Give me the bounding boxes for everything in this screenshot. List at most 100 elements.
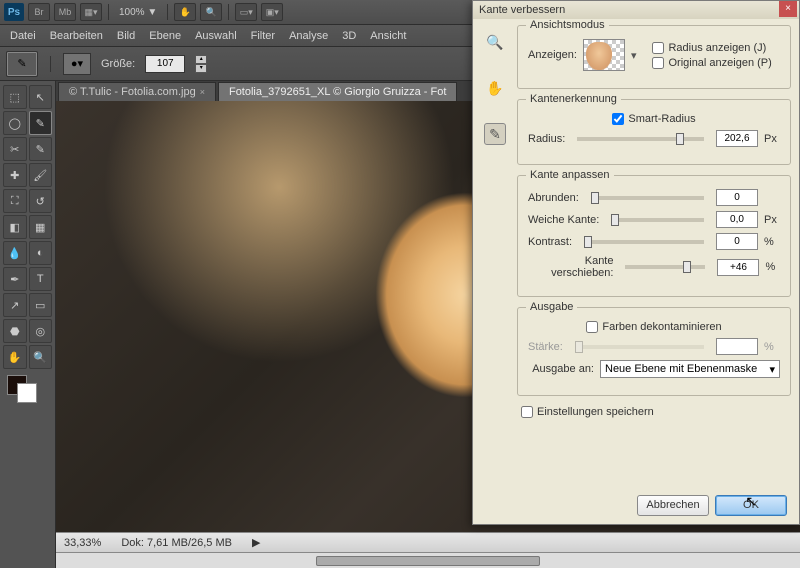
smooth-label: Abrunden:	[528, 192, 579, 204]
menu-filter[interactable]: Filter	[251, 30, 275, 42]
output-group: Ausgabe Farben dekontaminieren Stärke: %…	[517, 307, 791, 396]
document-tab[interactable]: © T.Tulic - Fotolia.com.jpg ×	[58, 82, 216, 101]
color-swatches[interactable]	[3, 375, 52, 407]
minibridge-button[interactable]: Mb	[54, 3, 76, 21]
size-label: Größe:	[101, 58, 135, 70]
separator	[50, 56, 51, 72]
close-button[interactable]: ×	[779, 1, 797, 17]
tab-label: Fotolia_3792651_XL © Giorgio Gruizza - F…	[229, 86, 446, 98]
menu-ebene[interactable]: Ebene	[149, 30, 181, 42]
separator	[167, 4, 168, 20]
group-legend: Kante anpassen	[526, 169, 614, 181]
chevron-right-icon[interactable]: ▶	[252, 536, 260, 549]
shift-input[interactable]	[717, 259, 759, 276]
path-tool[interactable]: ↗	[3, 293, 27, 317]
zoom-tool-icon[interactable]: 🔍	[484, 31, 506, 53]
amount-input	[716, 338, 758, 355]
magic-wand-tool[interactable]: ✎	[29, 111, 53, 135]
brush-adjust-icon: ✎	[17, 57, 26, 70]
shift-slider[interactable]	[625, 265, 705, 269]
smooth-slider[interactable]	[591, 196, 704, 200]
unit-label: %	[764, 236, 780, 248]
3d-tool[interactable]: ⬣	[3, 319, 27, 343]
eyedropper-tool[interactable]: ✎	[29, 137, 53, 161]
move-tool[interactable]: ↖	[29, 85, 53, 109]
size-stepper[interactable]: ▴▾	[195, 55, 207, 73]
radius-slider[interactable]	[577, 137, 704, 141]
document-tab[interactable]: Fotolia_3792651_XL © Giorgio Gruizza - F…	[218, 82, 457, 101]
lasso-tool[interactable]: ◯	[3, 111, 27, 135]
chevron-down-icon[interactable]: ▾	[631, 49, 637, 62]
3d-camera-tool[interactable]: ◎	[29, 319, 53, 343]
size-input[interactable]	[145, 55, 185, 73]
hand-button[interactable]: ✋	[174, 3, 196, 21]
menu-bild[interactable]: Bild	[117, 30, 135, 42]
smart-radius-checkbox[interactable]: Smart-Radius	[612, 113, 695, 125]
contrast-input[interactable]	[716, 233, 758, 250]
menu-ansicht[interactable]: Ansicht	[370, 30, 406, 42]
current-tool-icon[interactable]: ✎	[6, 51, 38, 77]
pen-tool[interactable]: ✒	[3, 267, 27, 291]
decontaminate-checkbox[interactable]: Farben dekontaminieren	[586, 321, 721, 333]
show-radius-checkbox[interactable]: Radius anzeigen (J)	[652, 42, 771, 54]
output-dropdown[interactable]: Neue Ebene mit Ebenenmaske ▾	[600, 360, 780, 378]
status-bar: 33,33% Dok: 7,61 MB/26,5 MB ▶	[56, 532, 800, 552]
feather-slider[interactable]	[611, 218, 704, 222]
healing-tool[interactable]: ✚	[3, 163, 27, 187]
blur-tool[interactable]: 💧	[3, 241, 27, 265]
separator	[228, 4, 229, 20]
cursor-icon: ↖	[745, 493, 757, 510]
gradient-tool[interactable]: ▦	[29, 215, 53, 239]
menu-auswahl[interactable]: Auswahl	[195, 30, 237, 42]
hand-tool[interactable]: ✋	[3, 345, 27, 369]
show-label: Anzeigen:	[528, 49, 577, 61]
view-extras-button[interactable]: ▦▾	[80, 3, 102, 21]
type-tool[interactable]: T	[29, 267, 53, 291]
screen-mode-button[interactable]: ▣▾	[261, 3, 283, 21]
zoom-display[interactable]: 100% ▼	[115, 7, 161, 18]
menu-datei[interactable]: Datei	[10, 30, 36, 42]
quick-selection-tool[interactable]: ⬚	[3, 85, 27, 109]
hand-tool-icon[interactable]: ✋	[484, 77, 506, 99]
unit-label: %	[765, 261, 780, 273]
arrange-button[interactable]: ▭▾	[235, 3, 257, 21]
amount-slider	[575, 345, 704, 349]
background-swatch[interactable]	[17, 383, 37, 403]
radius-input[interactable]	[716, 130, 758, 147]
refine-brush-icon[interactable]: ✎	[484, 123, 506, 145]
edge-detection-group: Kantenerkennung Smart-Radius Radius: Px	[517, 99, 791, 165]
view-mode-group: Ansichtsmodus Anzeigen: ▾ Radius anzeige…	[517, 25, 791, 89]
radius-label: Radius:	[528, 133, 565, 145]
dodge-tool[interactable]: ◐	[29, 241, 53, 265]
remember-settings-checkbox[interactable]: Einstellungen speichern	[521, 406, 791, 418]
close-icon[interactable]: ×	[200, 87, 205, 97]
tab-label: © T.Tulic - Fotolia.com.jpg	[69, 86, 196, 98]
shape-tool[interactable]: ▭	[29, 293, 53, 317]
history-brush-tool[interactable]: ↺	[29, 189, 53, 213]
feather-label: Weiche Kante:	[528, 214, 599, 226]
smooth-input[interactable]	[716, 189, 758, 206]
brush-preview[interactable]: ●▾	[63, 53, 91, 75]
unit-label: %	[764, 341, 780, 353]
tools-panel: ⬚ ↖ ◯ ✎ ✂ ✎ ✚ 🖌 ⛶ ↺ ◧ ▦ 💧 ◐ ✒ T ↗ ▭ ⬣ ◎ …	[0, 81, 56, 568]
contrast-label: Kontrast:	[528, 236, 572, 248]
show-original-checkbox[interactable]: Original anzeigen (P)	[652, 57, 771, 69]
document-size[interactable]: Dok: 7,61 MB/26,5 MB	[121, 537, 232, 549]
eraser-tool[interactable]: ◧	[3, 215, 27, 239]
zoom-tool[interactable]: 🔍	[29, 345, 53, 369]
bridge-button[interactable]: Br	[28, 3, 50, 21]
cancel-button[interactable]: Abbrechen	[637, 495, 709, 516]
menu-analyse[interactable]: Analyse	[289, 30, 328, 42]
menu-3d[interactable]: 3D	[342, 30, 356, 42]
zoom-percentage[interactable]: 33,33%	[64, 537, 101, 549]
feather-input[interactable]	[716, 211, 758, 228]
brush-tool[interactable]: 🖌	[29, 163, 53, 187]
horizontal-scrollbar[interactable]	[56, 552, 800, 568]
contrast-slider[interactable]	[584, 240, 704, 244]
crop-tool[interactable]: ✂	[3, 137, 27, 161]
menu-bearbeiten[interactable]: Bearbeiten	[50, 30, 103, 42]
view-thumbnail[interactable]	[583, 39, 625, 71]
stamp-tool[interactable]: ⛶	[3, 189, 27, 213]
zoom-button[interactable]: 🔍	[200, 3, 222, 21]
scroll-thumb[interactable]	[316, 556, 539, 566]
